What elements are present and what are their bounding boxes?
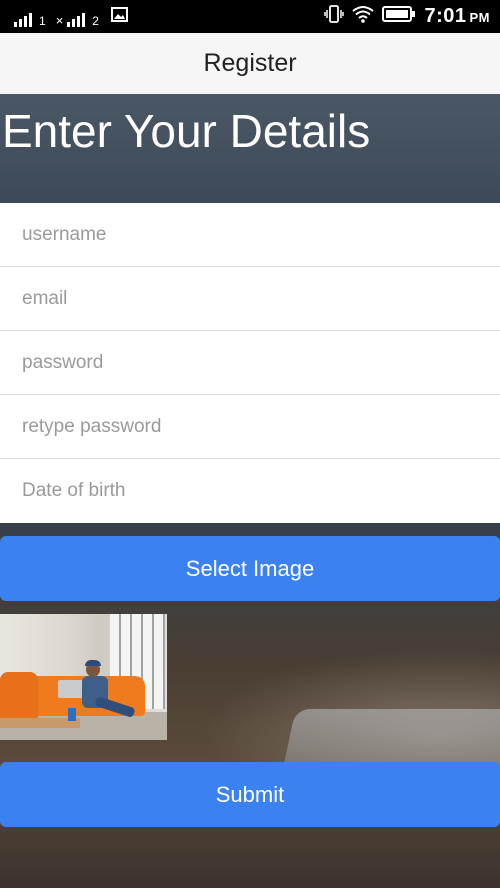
app-bar-title: Register <box>203 49 297 77</box>
selected-image-preview <box>0 614 167 740</box>
sim1-label: 1 <box>39 14 46 28</box>
retype-password-field[interactable] <box>0 395 500 459</box>
battery-icon <box>382 5 416 28</box>
preview-person-cap <box>85 660 101 666</box>
clock-time: 7:01 <box>424 5 467 27</box>
vibrate-icon <box>324 4 345 29</box>
email-field[interactable] <box>0 267 500 331</box>
page-title: Enter Your Details <box>2 105 371 157</box>
status-left: 1 × 2 <box>14 7 128 27</box>
preview-cup <box>68 708 76 721</box>
register-form <box>0 203 500 523</box>
signal-icon <box>14 11 32 27</box>
status-bar: 1 × 2 7:01 PM <box>0 0 500 33</box>
password-field[interactable] <box>0 331 500 395</box>
submit-button[interactable]: Submit <box>0 762 500 827</box>
username-field[interactable] <box>0 203 500 267</box>
wifi-icon <box>352 5 375 28</box>
app-bar: Register <box>0 33 500 94</box>
select-image-button[interactable]: Select Image <box>0 536 500 601</box>
status-right: 7:01 PM <box>324 0 490 33</box>
no-signal-icon: × <box>56 11 86 27</box>
clock-ampm: PM <box>469 10 490 25</box>
date-of-birth-field[interactable] <box>0 459 500 523</box>
preview-sofa-arm <box>0 672 38 724</box>
sim2-label: 2 <box>92 14 99 28</box>
clock: 7:01 PM <box>424 5 490 28</box>
gallery-icon <box>110 7 128 27</box>
preview-laptop <box>58 680 84 698</box>
